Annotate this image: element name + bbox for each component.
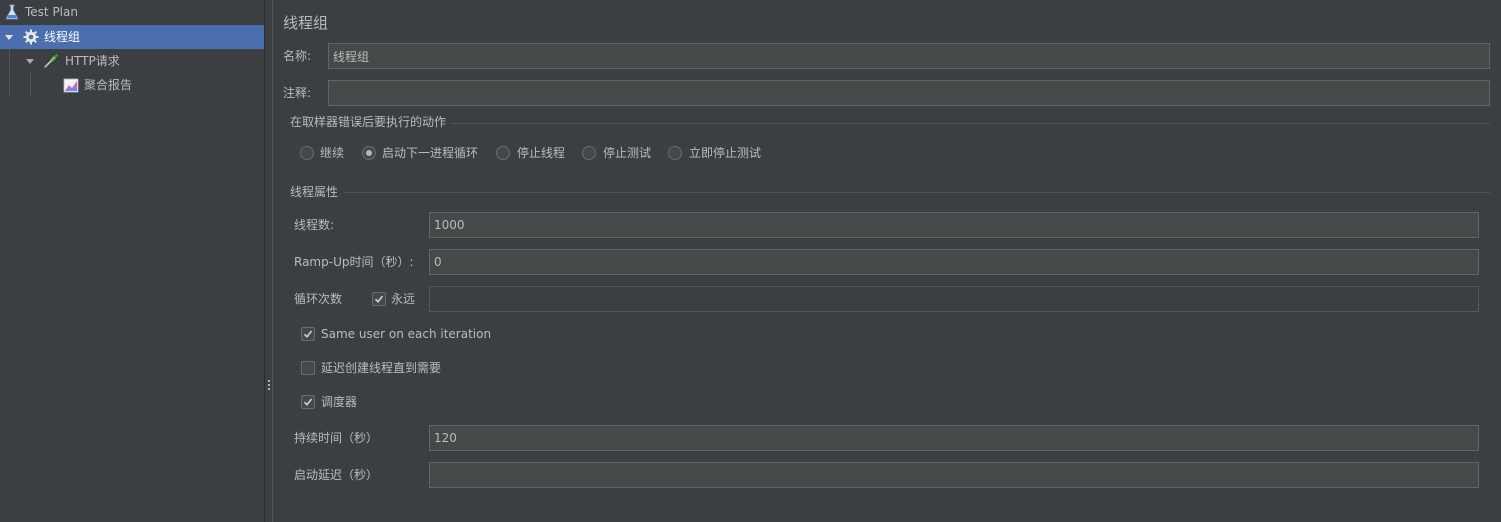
checkmark-icon — [303, 398, 313, 407]
jmeter-window: Test Plan 线程组 HTTP请求 聚合报告 线程组 名称: 线程组 注释… — [0, 0, 1501, 522]
tree-item-http-request[interactable]: HTTP请求 — [0, 49, 264, 73]
tree-item-label: HTTP请求 — [65, 54, 120, 68]
duration-label: 持续时间（秒） — [294, 431, 379, 445]
radio-stop-test[interactable] — [582, 146, 596, 160]
error-action-section-title: 在取样器错误后要执行的动作 — [290, 115, 447, 129]
radio-start-next-loop[interactable] — [362, 146, 376, 160]
num-threads-label: 线程数: — [294, 218, 335, 232]
radio-stop-test-label: 停止测试 — [603, 146, 652, 160]
radio-start-next-loop-label: 启动下一进程循环 — [382, 146, 479, 160]
ramp-up-label: Ramp-Up时间（秒）: — [294, 255, 414, 269]
radio-stop-thread[interactable] — [496, 146, 510, 160]
name-label: 名称: — [283, 49, 312, 63]
checkmark-icon — [374, 295, 384, 304]
delay-create-checkbox[interactable] — [301, 361, 315, 375]
test-plan-tree: Test Plan 线程组 HTTP请求 聚合报告 — [0, 0, 264, 522]
tree-item-thread-group[interactable]: 线程组 — [0, 25, 264, 49]
forever-checkbox-label: 永远 — [391, 292, 416, 306]
duration-input[interactable] — [429, 425, 1479, 451]
split-pane-divider[interactable] — [264, 0, 273, 522]
checkmark-icon — [303, 330, 313, 339]
ramp-up-input[interactable] — [429, 249, 1479, 275]
startup-delay-input[interactable] — [429, 462, 1479, 488]
radio-stop-test-now-label: 立即停止测试 — [689, 146, 762, 160]
grip-dot — [268, 388, 270, 390]
panel-title: 线程组 — [283, 14, 329, 32]
gear-icon — [23, 29, 39, 45]
radio-stop-thread-label: 停止线程 — [517, 146, 566, 160]
tree-item-label: 线程组 — [44, 30, 81, 44]
scheduler-checkbox[interactable] — [301, 395, 315, 409]
pipette-icon — [44, 53, 59, 68]
comment-input[interactable] — [328, 80, 1490, 106]
num-threads-input[interactable] — [429, 212, 1479, 238]
same-user-checkbox-label: Same user on each iteration — [321, 327, 492, 341]
tree-item-test-plan[interactable]: Test Plan — [0, 0, 264, 24]
loop-count-label: 循环次数 — [294, 292, 343, 306]
tree-item-aggregate-report[interactable]: 聚合报告 — [0, 73, 264, 97]
radio-continue-label: 继续 — [320, 146, 345, 160]
chart-icon — [63, 78, 79, 93]
chevron-down-icon[interactable] — [5, 35, 13, 40]
thread-group-panel: 线程组 名称: 注释: 在取样器错误后要执行的动作 继续 启动下一进程循环 停止… — [274, 0, 1501, 522]
scheduler-checkbox-label: 调度器 — [321, 395, 358, 409]
startup-delay-label: 启动延迟（秒） — [294, 468, 379, 482]
same-user-checkbox[interactable] — [301, 327, 315, 341]
flask-icon — [5, 4, 19, 20]
section-divider — [344, 192, 1490, 193]
thread-props-section-title: 线程属性 — [290, 185, 339, 199]
tree-item-label: Test Plan — [25, 5, 78, 19]
radio-stop-test-now[interactable] — [668, 146, 682, 160]
section-divider — [451, 123, 1490, 124]
grip-dot — [268, 380, 270, 382]
name-input[interactable] — [328, 43, 1490, 69]
comment-label: 注释: — [283, 86, 312, 100]
delay-create-checkbox-label: 延迟创建线程直到需要 — [321, 361, 442, 375]
loop-count-input[interactable] — [429, 286, 1479, 312]
forever-checkbox[interactable] — [372, 292, 386, 306]
radio-continue[interactable] — [300, 146, 314, 160]
chevron-down-icon[interactable] — [26, 59, 34, 64]
grip-dot — [268, 384, 270, 386]
tree-item-label: 聚合报告 — [84, 78, 133, 92]
